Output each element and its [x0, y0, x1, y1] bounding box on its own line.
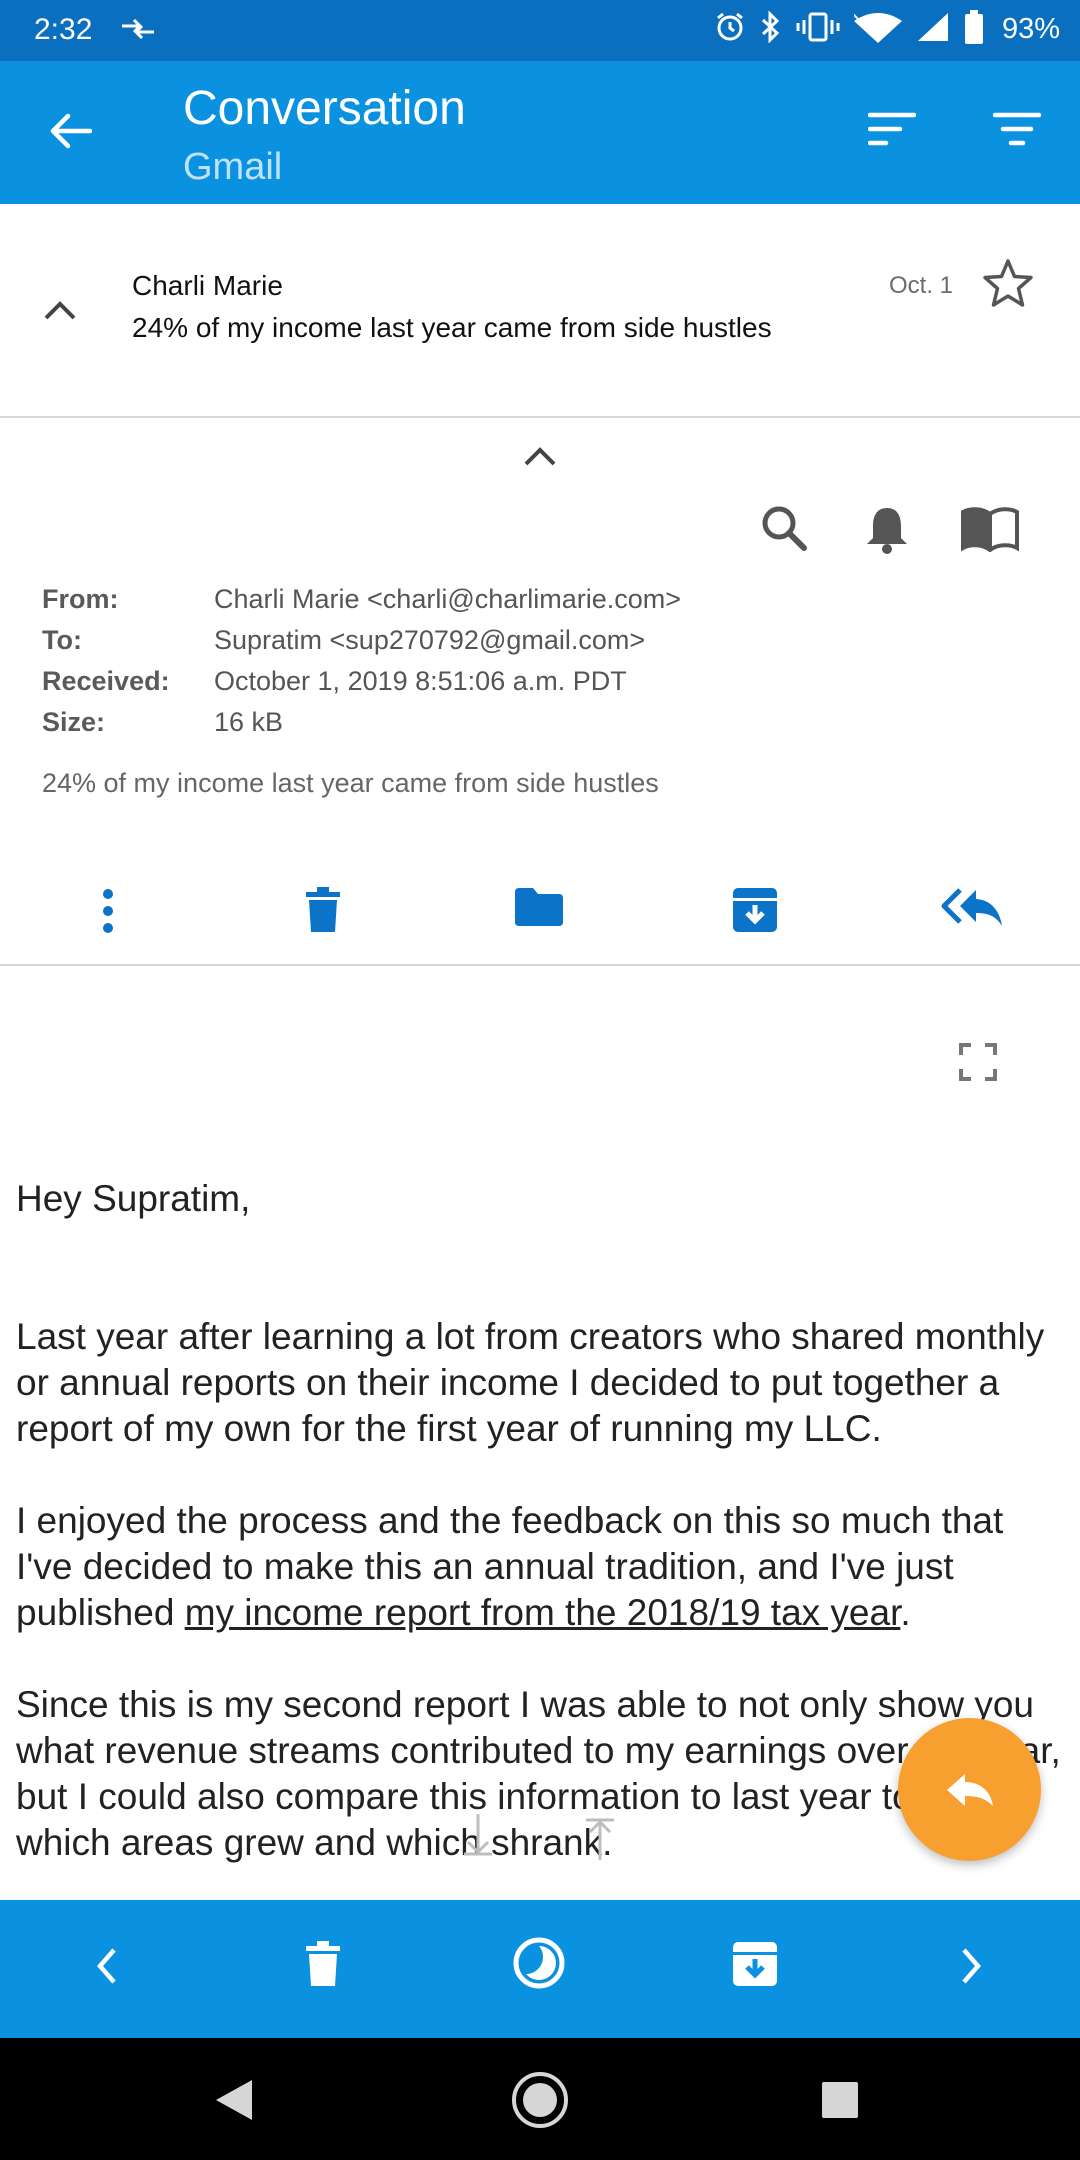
wifi-icon [851, 11, 902, 48]
book-icon[interactable] [960, 506, 1020, 557]
message-details: From: Charli Marie <charli@charlimarie.co… [0, 418, 1080, 966]
back-arrow-icon[interactable] [48, 111, 93, 156]
data-transfer-icon [120, 14, 156, 49]
more-options-icon[interactable] [98, 886, 118, 941]
paragraph: Last year after learning a lot from crea… [16, 1316, 1045, 1449]
sort-icon[interactable] [867, 111, 917, 152]
detail-label: To: [42, 625, 82, 655]
nav-recents-icon[interactable] [820, 2080, 860, 2125]
sender-name: Charli Marie [132, 270, 283, 301]
paragraph: I enjoyed the process and the feedback o… [16, 1498, 1066, 1636]
detail-value: October 1, 2019 8:51:06 a.m. PDT [214, 666, 627, 696]
message-subject: 24% of my income last year came from sid… [132, 312, 772, 343]
bottom-toolbar [0, 1900, 1080, 2038]
message-snippet: 24% of my income last year came from sid… [42, 768, 659, 798]
detail-label: From: [42, 584, 119, 614]
detail-row-to: To: Supratim <sup270792@gmail.com> [42, 625, 1042, 656]
detail-value: 16 kB [214, 707, 284, 737]
message-actions [0, 876, 1080, 966]
system-nav-bar [0, 2038, 1080, 2160]
reply-button[interactable] [898, 1718, 1041, 1861]
nav-home-icon[interactable] [510, 2070, 570, 2135]
bluetooth-icon [760, 10, 782, 48]
detail-label: Size: [42, 707, 106, 737]
detail-label: Received: [42, 666, 170, 696]
battery-level: 93% [1001, 13, 1060, 45]
star-icon[interactable] [982, 258, 1034, 313]
previous-message-icon[interactable] [94, 1946, 118, 1991]
nav-back-icon[interactable] [214, 2078, 254, 2127]
alarm-icon [714, 11, 746, 48]
next-message-icon[interactable] [960, 1946, 984, 1991]
greeting: Hey Supratim, [16, 1178, 251, 1219]
paragraph-text: . [900, 1592, 911, 1633]
detail-value: Charli Marie <charli@charlimarie.com> [214, 584, 682, 614]
archive-icon[interactable] [731, 1940, 779, 1993]
scroll-arrows[interactable] [458, 1812, 628, 1867]
detail-row-from: From: Charli Marie <charli@charlimarie.co… [42, 584, 1042, 615]
status-time: 2:32 [34, 13, 93, 46]
mark-unread-icon[interactable] [512, 1936, 566, 1995]
vibrate-icon [796, 11, 840, 48]
screen-title: Conversation [183, 82, 466, 135]
status-bar: 2:32 93% [0, 0, 1080, 61]
account-subtitle: Gmail [183, 146, 283, 188]
fullscreen-icon[interactable] [958, 1042, 998, 1087]
detail-row-received: Received: October 1, 2019 8:51:06 a.m. PD… [42, 666, 1042, 697]
detail-value: Supratim <sup270792@gmail.com> [214, 625, 646, 655]
reply-all-icon[interactable] [940, 886, 1004, 933]
folder-icon[interactable] [513, 886, 565, 933]
app-bar: Conversation Gmail [0, 61, 1080, 204]
message-date: Oct. 1 [889, 272, 954, 299]
search-icon[interactable] [760, 504, 808, 557]
bell-icon[interactable] [864, 504, 910, 559]
chevron-up-icon[interactable] [42, 300, 78, 327]
battery-icon [964, 10, 984, 49]
message-header[interactable]: Charli Marie 24% of my income last year … [0, 204, 1080, 418]
income-report-link[interactable]: my income report from the 2018/19 tax ye… [185, 1592, 901, 1633]
cell-signal-icon [916, 11, 950, 48]
archive-icon[interactable] [731, 886, 779, 939]
chevron-up-icon[interactable] [522, 446, 558, 473]
detail-row-size: Size: 16 kB [42, 707, 1042, 738]
delete-icon[interactable] [304, 886, 342, 939]
filter-icon[interactable] [992, 111, 1042, 152]
delete-icon[interactable] [304, 1940, 342, 1993]
reply-icon [946, 1773, 993, 1806]
